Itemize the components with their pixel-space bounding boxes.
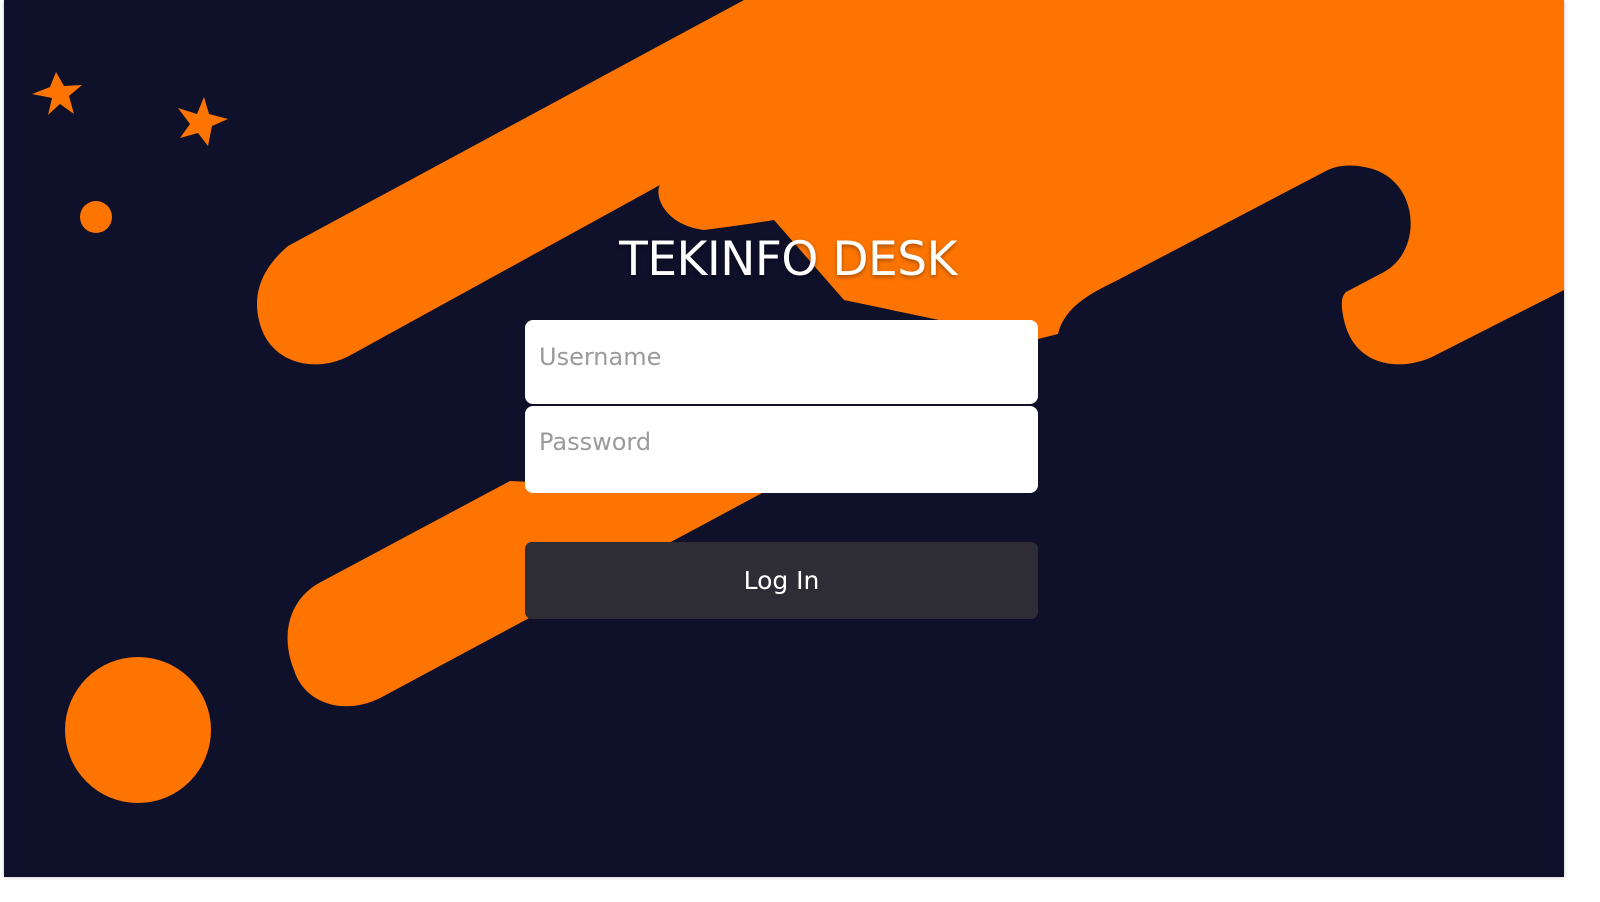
app-title: TEKINFO DESK <box>619 232 957 287</box>
password-input[interactable] <box>525 406 1038 493</box>
small-dot-icon <box>80 201 112 233</box>
login-button[interactable]: Log In <box>525 542 1038 619</box>
username-input[interactable] <box>525 320 1038 404</box>
large-circle-icon <box>65 657 211 803</box>
login-screen: TEKINFO DESK Log In <box>4 0 1564 877</box>
